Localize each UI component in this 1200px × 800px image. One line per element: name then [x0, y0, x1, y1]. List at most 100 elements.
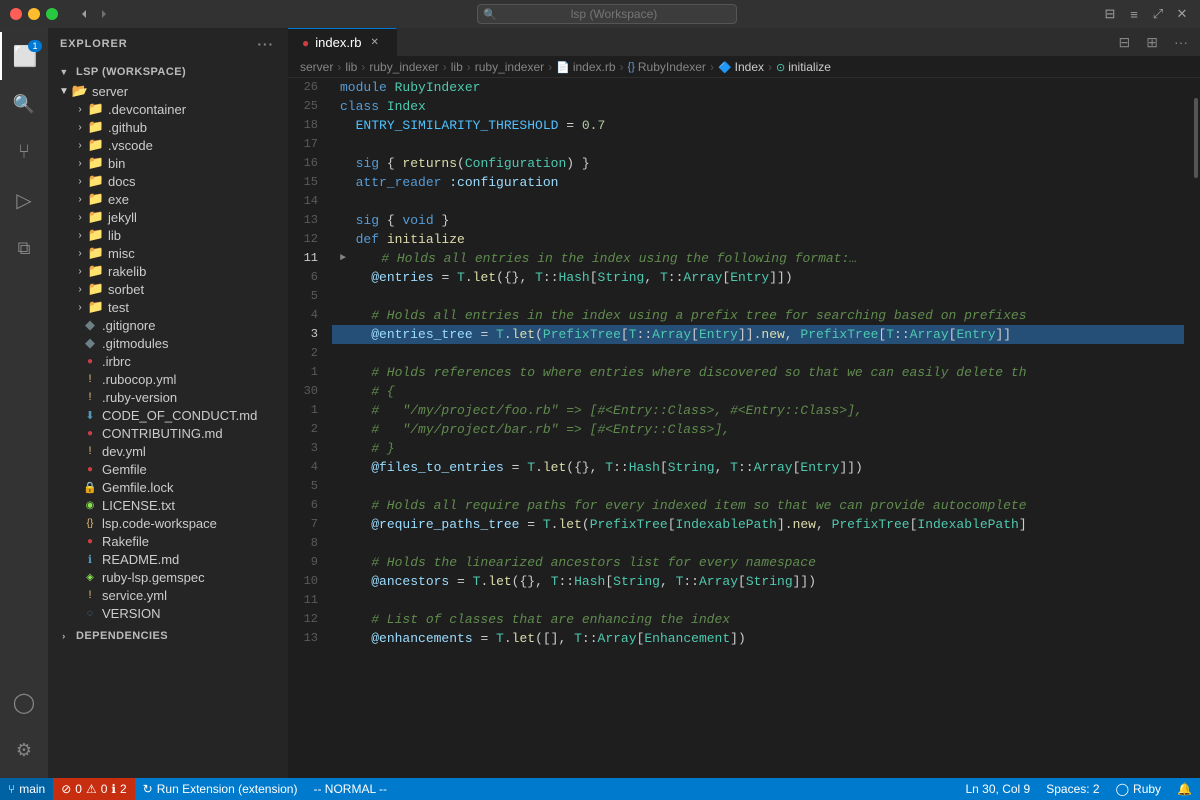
- breadcrumb-initialize[interactable]: ⊙ initialize: [776, 60, 831, 74]
- activity-source-control[interactable]: ⑂: [0, 128, 48, 176]
- sidebar-item-vscode[interactable]: › 📁 .vscode: [48, 136, 288, 154]
- status-spaces[interactable]: Spaces: 2: [1038, 778, 1107, 800]
- sidebar-item-ruby-version[interactable]: ! .ruby-version: [48, 388, 288, 406]
- line-num-4a: 4: [288, 306, 324, 325]
- forward-icon[interactable]: [96, 6, 112, 22]
- status-encoding[interactable]: ◯ Ruby: [1108, 778, 1169, 800]
- sidebar-item-gitignore[interactable]: ◆ .gitignore: [48, 316, 288, 334]
- sidebar-item-bin[interactable]: › 📁 bin: [48, 154, 288, 172]
- sidebar-item-code-of-conduct[interactable]: ⬇ CODE_OF_CONDUCT.md: [48, 406, 288, 424]
- gemfile-icon: ●: [82, 461, 98, 477]
- activity-bar: ⬜ 1 🔍 ⑂ ▷ ⧉ ◯ ⚙: [0, 28, 48, 778]
- code-conduct-label: CODE_OF_CONDUCT.md: [102, 408, 257, 423]
- sidebar-item-misc[interactable]: › 📁 misc: [48, 244, 288, 262]
- sidebar-item-rakefile[interactable]: ● Rakefile: [48, 532, 288, 550]
- vscode-arrow: ›: [72, 137, 88, 153]
- breadcrumb-lib2[interactable]: lib: [451, 60, 463, 74]
- sidebar-item-license[interactable]: ◉ LICENSE.txt: [48, 496, 288, 514]
- sidebar-item-github[interactable]: › 📁 .github: [48, 118, 288, 136]
- more-actions-btn[interactable]: ···: [1170, 32, 1192, 52]
- breadcrumb-ruby-indexer1[interactable]: ruby_indexer: [369, 60, 438, 74]
- sidebar-item-irbrc[interactable]: ● .irbrc: [48, 352, 288, 370]
- fullscreen-icon[interactable]: ⤢: [1150, 6, 1166, 22]
- sidebar-item-dev-yml[interactable]: ! dev.yml: [48, 442, 288, 460]
- code-content[interactable]: module RubyIndexer class Index ENTRY_SIM…: [332, 78, 1192, 778]
- dependencies-section[interactable]: › DEPENDENCIES: [48, 626, 288, 646]
- server-folder-icon: 📂: [72, 83, 88, 99]
- sidebar-item-readme[interactable]: ℹ README.md: [48, 550, 288, 568]
- tab-index-rb[interactable]: ● index.rb ✕: [288, 28, 397, 56]
- gitmodules-icon: ◆: [82, 335, 98, 351]
- sidebar-item-jekyll[interactable]: › 📁 jekyll: [48, 208, 288, 226]
- sidebar-item-sorbet[interactable]: › 📁 sorbet: [48, 280, 288, 298]
- activity-run[interactable]: ▷: [0, 176, 48, 224]
- maximize-button[interactable]: [46, 8, 58, 20]
- line-num-18: 18: [288, 116, 324, 135]
- sidebar-item-server[interactable]: ▼ 📂 server: [48, 82, 288, 100]
- sorbet-arrow: ›: [72, 281, 88, 297]
- back-icon[interactable]: [76, 6, 92, 22]
- sidebar-item-service[interactable]: ! service.yml: [48, 586, 288, 604]
- menu-icon[interactable]: ≡: [1126, 6, 1142, 22]
- activity-search[interactable]: 🔍: [0, 80, 48, 128]
- activity-settings[interactable]: ⚙: [0, 726, 48, 774]
- breadcrumb-lib[interactable]: lib: [345, 60, 357, 74]
- close-button[interactable]: [10, 8, 22, 20]
- code-line-3a: @entries_tree = T.let(PrefixTree[T::Arra…: [332, 325, 1184, 344]
- status-notifications[interactable]: 🔔: [1169, 778, 1200, 800]
- sidebar-item-devcontainer[interactable]: › 📁 .devcontainer: [48, 100, 288, 118]
- activity-extensions[interactable]: ⧉: [0, 224, 48, 272]
- line-num-6: 6: [288, 268, 324, 287]
- code-line-4b: @files_to_entries = T.let({}, T::Hash[St…: [340, 458, 1192, 477]
- status-errors-warnings[interactable]: ⊘ 0 ⚠ 0 ℹ 2: [53, 778, 134, 800]
- search-bar[interactable]: 🔍: [477, 4, 737, 24]
- sidebar-item-gitmodules[interactable]: ◆ .gitmodules: [48, 334, 288, 352]
- line-num-5b: 5: [288, 477, 324, 496]
- editor-layout-btn[interactable]: ⊞: [1142, 32, 1162, 53]
- breadcrumb-ruby-indexer2[interactable]: ruby_indexer: [475, 60, 544, 74]
- license-icon: ◉: [82, 497, 98, 513]
- editor-scrollbar[interactable]: [1192, 78, 1200, 778]
- sidebar-item-gemfile[interactable]: ● Gemfile: [48, 460, 288, 478]
- sidebar-item-gemfile-lock[interactable]: 🔒 Gemfile.lock: [48, 478, 288, 496]
- status-task[interactable]: ↻ Run Extension (extension): [135, 778, 306, 800]
- activity-files[interactable]: ⬜ 1: [0, 32, 48, 80]
- status-branch[interactable]: ⑂ main: [0, 778, 53, 800]
- search-input[interactable]: [477, 4, 737, 24]
- sidebar-more-btn[interactable]: ···: [255, 34, 276, 54]
- close-window-icon[interactable]: ✕: [1174, 6, 1190, 22]
- code-editor[interactable]: 26 25 18 17 16 15 14 13 12 11 6 5 4 3 2 …: [288, 78, 1200, 778]
- sidebar-item-gemspec[interactable]: ◈ ruby-lsp.gemspec: [48, 568, 288, 586]
- sidebar-item-docs[interactable]: › 📁 docs: [48, 172, 288, 190]
- breadcrumb-rubyindexer[interactable]: {} RubyIndexer: [628, 60, 706, 74]
- editor-area: ● index.rb ✕ ⊟ ⊞ ··· server › lib › ruby…: [288, 28, 1200, 778]
- sidebar-item-version[interactable]: ◌ VERSION: [48, 604, 288, 622]
- workspace-section[interactable]: ▼ LSP (WORKSPACE): [48, 62, 288, 82]
- contributing-icon: ●: [82, 425, 98, 441]
- split-icon[interactable]: ⊟: [1102, 6, 1118, 22]
- sidebar-item-test[interactable]: › 📁 test: [48, 298, 288, 316]
- gemfile-label: Gemfile: [102, 462, 147, 477]
- sidebar: Explorer ··· ▼ LSP (WORKSPACE) ▼ 📂 serve…: [48, 28, 288, 778]
- breadcrumb-index[interactable]: 🔷 Index: [718, 60, 764, 74]
- sidebar-item-workspace[interactable]: {} lsp.code-workspace: [48, 514, 288, 532]
- breadcrumb-file[interactable]: 📄 index.rb: [556, 60, 615, 74]
- code-line-7: @require_paths_tree = T.let(PrefixTree[I…: [340, 515, 1192, 534]
- status-position[interactable]: Ln 30, Col 9: [958, 778, 1039, 800]
- sidebar-item-exe[interactable]: › 📁 exe: [48, 190, 288, 208]
- activity-account[interactable]: ◯: [0, 678, 48, 726]
- status-mode[interactable]: -- NORMAL --: [305, 778, 395, 800]
- split-editor-btn[interactable]: ⊟: [1115, 32, 1135, 53]
- warning-count: 0: [101, 782, 108, 796]
- tab-close-btn[interactable]: ✕: [368, 36, 382, 49]
- sidebar-item-rubocop[interactable]: ! .rubocop.yml: [48, 370, 288, 388]
- jekyll-arrow: ›: [72, 209, 88, 225]
- tab-label: index.rb: [315, 35, 361, 50]
- sidebar-item-lib[interactable]: › 📁 lib: [48, 226, 288, 244]
- info-icon: ℹ: [111, 782, 116, 796]
- minimize-button[interactable]: [28, 8, 40, 20]
- scrollbar-thumb[interactable]: [1194, 98, 1198, 178]
- breadcrumb-server[interactable]: server: [300, 60, 333, 74]
- sidebar-item-contributing[interactable]: ● CONTRIBUTING.md: [48, 424, 288, 442]
- sidebar-item-rakelib[interactable]: › 📁 rakelib: [48, 262, 288, 280]
